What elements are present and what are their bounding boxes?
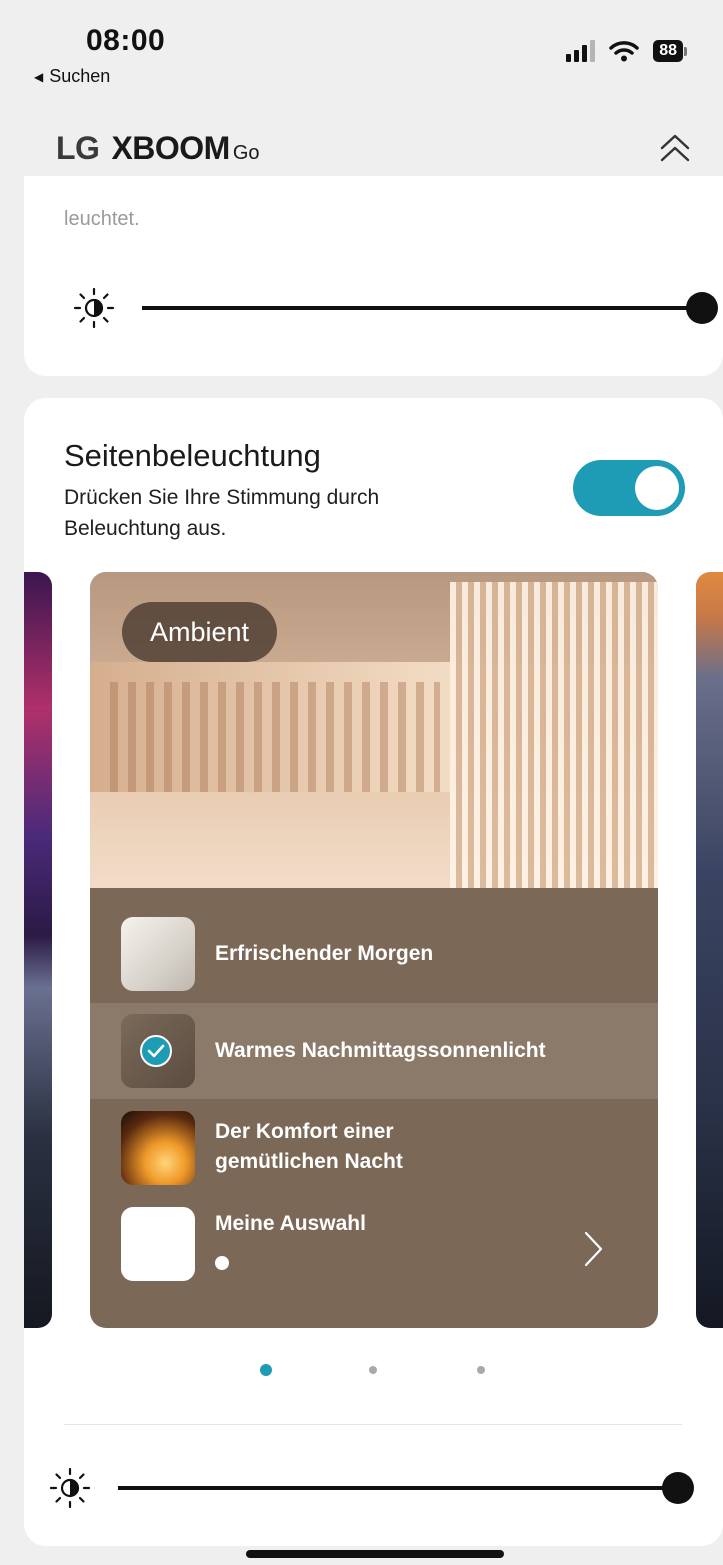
home-indicator [246,1550,504,1558]
status-time: 08:00 [86,24,166,57]
double-chevron-up-icon[interactable] [657,128,693,168]
mode-name-badge: Ambient [122,602,278,662]
light-settings-card: leuchtet. [24,176,723,376]
slider-fill [118,1486,678,1490]
mode-options-list: Erfrischender Morgen Warmes Nachmittagss… [90,888,658,1328]
cellular-signal-icon [566,40,596,62]
slider-track[interactable] [118,1472,694,1504]
toggle-thumb [635,466,679,510]
brightness-icon [49,1467,91,1509]
custom-color-dot [215,1256,229,1270]
option-label: Der Komfort einer gemütlichen Nacht [215,1120,403,1173]
option-label: Erfrischender Morgen [215,942,434,965]
brand-suffix: Go [232,142,260,164]
option-thumbnail [121,1014,195,1088]
brand-lg: LG [56,130,100,166]
pagination-dot[interactable] [369,1366,377,1374]
option-thumbnail [121,1111,195,1185]
option-label: Meine Auswahl [215,1212,366,1235]
side-brightness-slider[interactable] [48,1466,698,1510]
mode-option-afternoon[interactable]: Warmes Nachmittagssonnenlicht [90,1003,658,1099]
back-to-search[interactable]: ◀ Suchen [34,66,110,87]
brand-product: XBOOM [111,130,230,166]
carousel-next-card[interactable] [696,572,723,1328]
card-description-tail: leuchtet. [64,208,140,230]
battery-indicator: 88 [653,40,687,62]
carousel-pagination [0,1362,723,1378]
mode-option-custom[interactable]: Meine Auswahl [90,1197,658,1307]
slider-fill [142,306,702,310]
back-triangle-icon: ◀ [34,69,44,84]
battery-level: 88 [653,40,683,62]
check-icon [140,1035,172,1067]
section-title: Seitenbeleuchtung [64,438,321,473]
status-icons: 88 [566,40,687,62]
section-description: Drücken Sie Ihre Stimmung durch Beleucht… [64,486,380,540]
side-lighting-toggle[interactable] [573,460,685,516]
option-thumbnail [121,1207,195,1281]
slider-track[interactable] [142,292,718,324]
lighting-mode-card: Ambient Erfrischender Morgen Warmes Nach… [90,572,658,1328]
option-thumbnail [121,917,195,991]
top-brightness-slider[interactable] [72,286,722,330]
brightness-icon [73,287,115,329]
app-screen: 08:00 ◀ Suchen 88 LG XBOOM Go leuchtet. … [0,0,723,1565]
carousel-prev-card[interactable] [24,572,52,1328]
wifi-icon [609,41,639,62]
mode-option-morning[interactable]: Erfrischender Morgen [90,888,658,1003]
back-label: Suchen [49,66,111,86]
slider-knob[interactable] [662,1472,694,1504]
option-label: Warmes Nachmittagssonnenlicht [215,1039,546,1062]
divider [64,1424,682,1425]
brand-logo: LG XBOOM Go [56,130,260,167]
pagination-dot[interactable] [477,1366,485,1374]
chevron-right-icon[interactable] [582,1229,606,1269]
slider-knob[interactable] [686,292,718,324]
pagination-dot-active[interactable] [260,1364,272,1376]
mode-option-night[interactable]: Der Komfort einer gemütlichen Nacht [90,1099,658,1197]
